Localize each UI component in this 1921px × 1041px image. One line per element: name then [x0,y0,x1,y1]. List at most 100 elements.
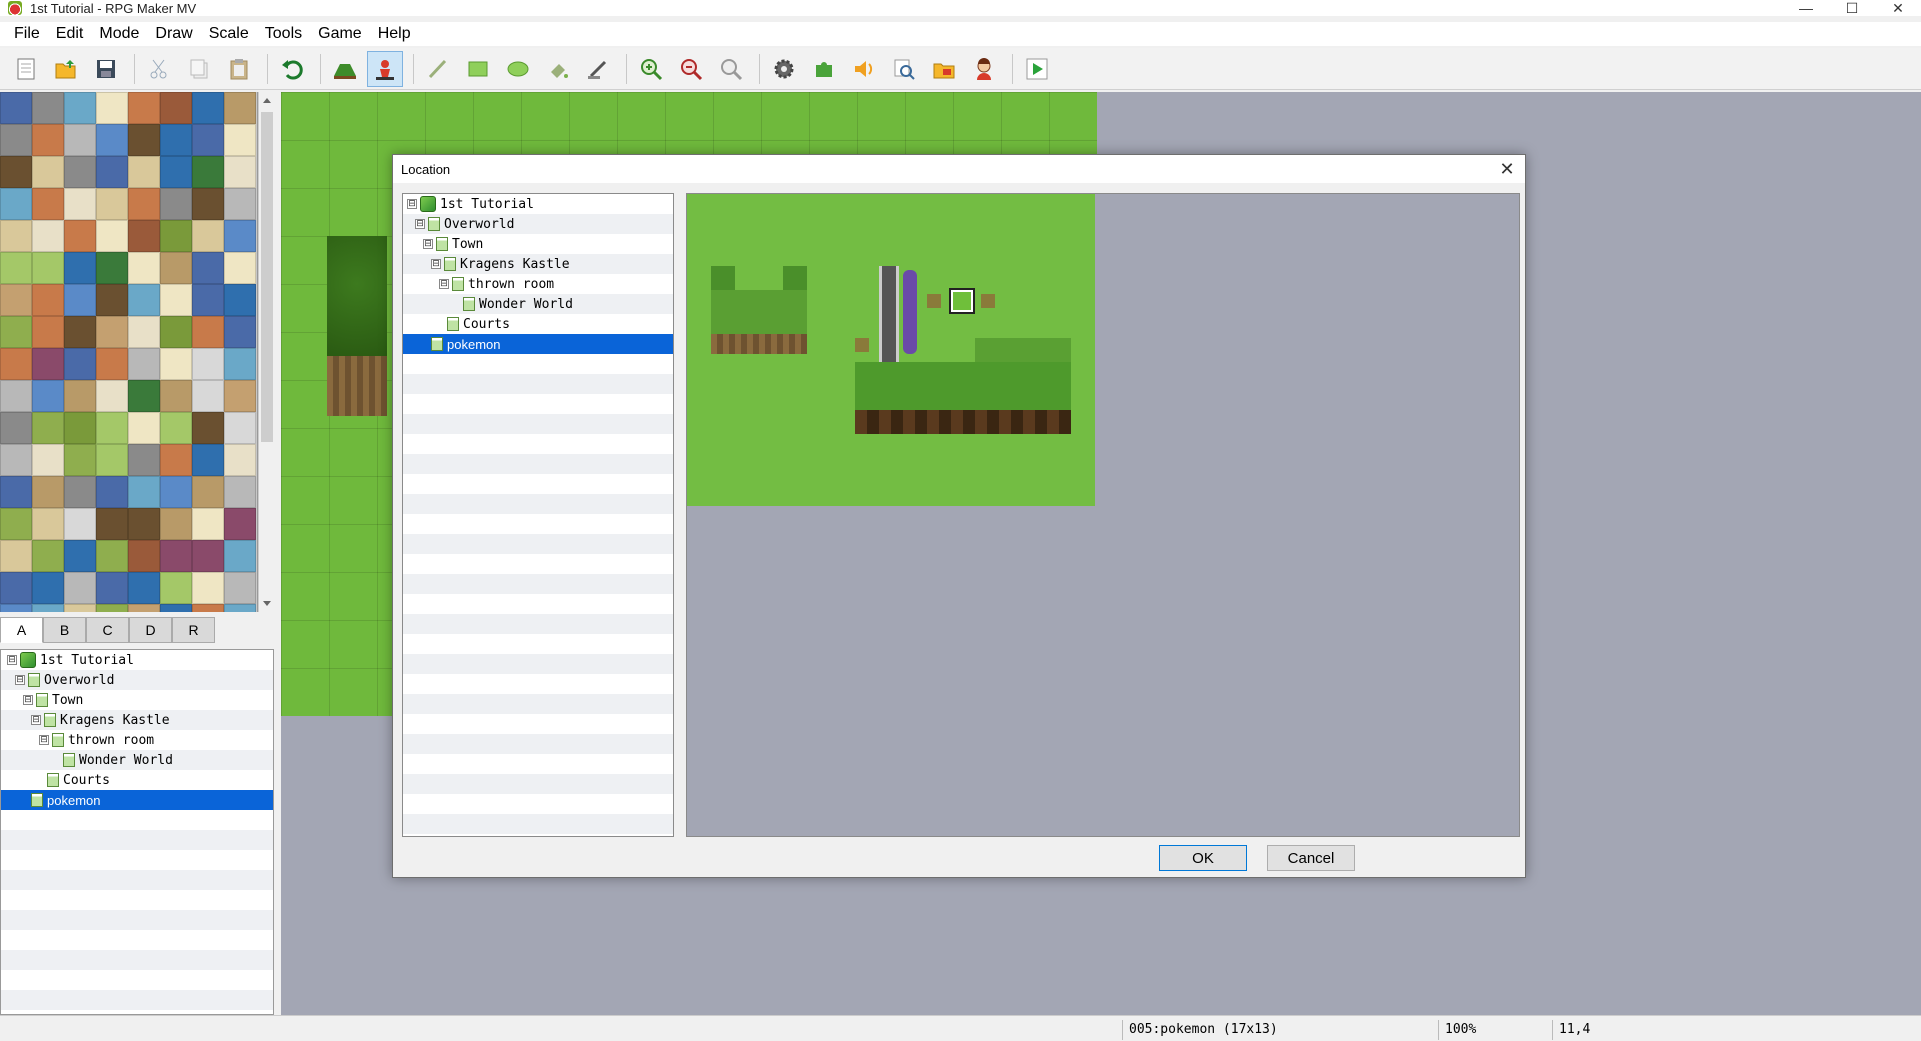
map-tree-item[interactable]: Courts [403,314,673,334]
save-project-button[interactable] [88,51,124,87]
tileset-tile[interactable] [192,572,224,604]
menu-tools[interactable]: Tools [257,22,310,46]
tileset-tile[interactable] [0,220,32,252]
tileset-tile[interactable] [64,92,96,124]
close-button[interactable]: ✕ [1875,0,1921,16]
sound-test-button[interactable] [846,51,882,87]
menu-edit[interactable]: Edit [48,22,92,46]
tileset-tile[interactable] [128,188,160,220]
tileset-tile[interactable] [64,540,96,572]
tileset-tile[interactable] [64,412,96,444]
dialog-close-button[interactable]: ✕ [1497,159,1517,179]
tileset-tile[interactable] [128,380,160,412]
tileset-tile[interactable] [128,284,160,316]
tileset-tile[interactable] [32,348,64,380]
tileset-tile[interactable] [64,444,96,476]
tileset-scrollbar[interactable] [258,92,274,612]
cancel-button[interactable]: Cancel [1267,845,1355,871]
tileset-tile[interactable] [160,380,192,412]
map-mode-button[interactable] [327,51,363,87]
tileset-tile[interactable] [160,540,192,572]
map-tree-item-selected[interactable]: pokemon [1,790,273,810]
tileset-tile[interactable] [64,124,96,156]
tab-c[interactable]: C [86,617,129,643]
tileset-tile[interactable] [96,604,128,612]
tileset-tile[interactable] [0,316,32,348]
map-tree-item[interactable]: Courts [1,770,273,790]
tab-d[interactable]: D [129,617,172,643]
tab-b[interactable]: B [43,617,86,643]
tileset-tile[interactable] [32,476,64,508]
tileset-tile[interactable] [96,316,128,348]
minimize-button[interactable]: — [1783,0,1829,16]
collapse-toggle-icon[interactable]: ⊟ [431,259,441,269]
tileset-tile[interactable] [96,572,128,604]
tileset-tile[interactable] [192,444,224,476]
tileset-tile[interactable] [0,444,32,476]
preview-map[interactable] [687,194,1095,506]
tileset-tile[interactable] [96,92,128,124]
tileset-tile[interactable] [224,92,256,124]
rectangle-button[interactable] [460,51,496,87]
tileset-tile[interactable] [224,284,256,316]
tileset-tile[interactable] [96,508,128,540]
tileset-tile[interactable] [32,412,64,444]
actual-size-button[interactable] [713,51,749,87]
tileset-tile[interactable] [64,252,96,284]
tileset-tile[interactable] [160,188,192,220]
tileset-tile[interactable] [96,348,128,380]
tileset-tile[interactable] [224,348,256,380]
tileset-tile[interactable] [192,604,224,612]
tileset-grid[interactable] [0,92,257,612]
collapse-toggle-icon[interactable]: ⊟ [423,239,433,249]
event-mode-button[interactable] [367,50,403,87]
tileset-tile[interactable] [96,252,128,284]
tileset-tile[interactable] [128,220,160,252]
tileset-tile[interactable] [0,124,32,156]
tileset-tile[interactable] [224,316,256,348]
tileset-tile[interactable] [160,156,192,188]
tileset-tile[interactable] [160,92,192,124]
tileset-tile[interactable] [32,444,64,476]
undo-button[interactable] [274,51,310,87]
tileset-tile[interactable] [192,508,224,540]
playtest-button[interactable] [1019,51,1055,87]
tileset-tile[interactable] [160,316,192,348]
tileset-tile[interactable] [224,540,256,572]
tileset-tile[interactable] [0,540,32,572]
tileset-tile[interactable] [64,476,96,508]
tileset-tile[interactable] [160,572,192,604]
tileset-tile[interactable] [224,124,256,156]
tileset-tile[interactable] [0,92,32,124]
tileset-tile[interactable] [64,508,96,540]
tileset-tile[interactable] [160,412,192,444]
paste-button[interactable] [221,51,257,87]
tileset-tile[interactable] [0,348,32,380]
map-tree-item[interactable]: ⊟ Kragens Kastle [403,254,673,274]
tileset-tile[interactable] [32,316,64,348]
tileset-tile[interactable] [128,540,160,572]
zoom-in-button[interactable] [633,51,669,87]
tileset-tile[interactable] [160,220,192,252]
event-searcher-button[interactable] [886,51,922,87]
tileset-tile[interactable] [224,412,256,444]
tileset-tile[interactable] [224,188,256,220]
tileset-tile[interactable] [128,124,160,156]
tab-a[interactable]: A [0,617,43,643]
tileset-tile[interactable] [128,252,160,284]
plugin-manager-button[interactable] [806,51,842,87]
tileset-tile[interactable] [96,156,128,188]
tileset-tile[interactable] [160,284,192,316]
tileset-tile[interactable] [160,508,192,540]
tileset-tile[interactable] [128,316,160,348]
tileset-tile[interactable] [128,156,160,188]
tileset-tile[interactable] [128,604,160,612]
tileset-tile[interactable] [224,252,256,284]
tileset-tile[interactable] [224,508,256,540]
collapse-toggle-icon[interactable]: ⊟ [7,655,17,665]
tileset-tile[interactable] [32,92,64,124]
tileset-tile[interactable] [224,444,256,476]
ellipse-button[interactable] [500,51,536,87]
tileset-tile[interactable] [0,284,32,316]
tileset-tile[interactable] [192,252,224,284]
